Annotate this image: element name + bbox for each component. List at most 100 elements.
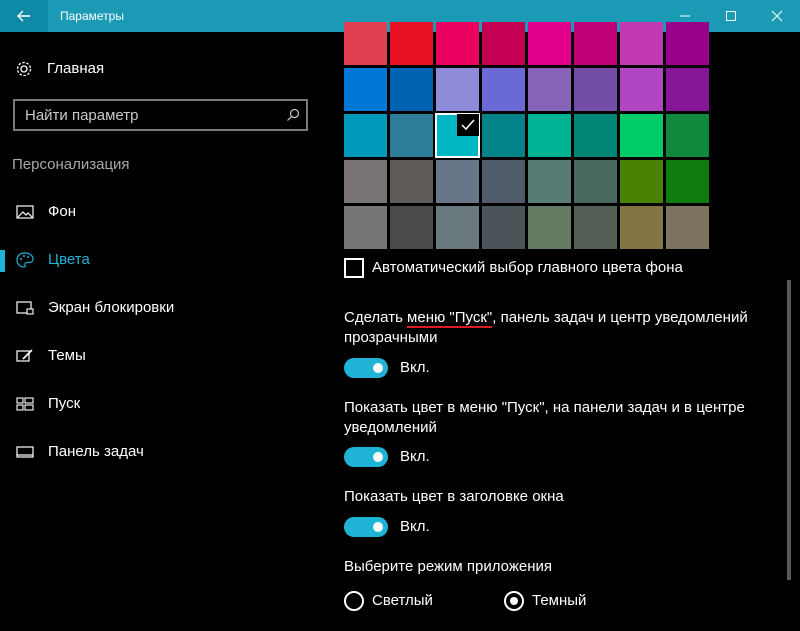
sidebar-item-lock-screen[interactable]: Экран блокировки — [0, 288, 320, 328]
transparency-label-pre: Сделать — [344, 309, 408, 326]
color-swatch[interactable] — [574, 22, 617, 65]
taskbar-icon — [16, 446, 34, 458]
light-mode-radio[interactable] — [344, 591, 364, 611]
color-swatch[interactable] — [666, 206, 709, 249]
color-swatch[interactable] — [620, 22, 663, 65]
home-label: Главная — [47, 60, 105, 77]
color-swatch[interactable] — [436, 160, 479, 203]
color-swatch[interactable] — [344, 206, 387, 249]
window-title: Параметры — [60, 9, 124, 23]
color-swatch[interactable] — [574, 206, 617, 249]
show-color-title-toggle[interactable] — [344, 517, 388, 537]
color-swatch[interactable] — [390, 68, 433, 111]
color-swatch[interactable] — [666, 22, 709, 65]
color-swatch[interactable] — [528, 114, 571, 157]
color-swatch[interactable] — [528, 68, 571, 111]
show-color-title-label: Показать цвет в заголовке окна — [344, 488, 564, 505]
back-arrow-icon — [17, 10, 30, 22]
close-icon — [771, 10, 783, 22]
back-button[interactable] — [0, 0, 48, 32]
minimize-icon — [680, 15, 690, 17]
main-content: Автоматический выбор главного цвета фона… — [330, 22, 800, 631]
image-icon — [16, 205, 34, 219]
color-swatch[interactable] — [482, 114, 525, 157]
sidebar-item-label: Экран блокировки — [48, 299, 175, 316]
color-swatch[interactable] — [344, 160, 387, 203]
color-swatch[interactable] — [390, 114, 433, 157]
color-swatch[interactable] — [528, 160, 571, 203]
color-swatch[interactable] — [482, 160, 525, 203]
color-swatch[interactable] — [620, 68, 663, 111]
dark-mode-radio[interactable] — [504, 591, 524, 611]
checkmark-icon — [457, 114, 479, 136]
radio-selected-dot — [510, 597, 518, 605]
transparency-state: Вкл. — [400, 359, 430, 376]
color-swatch[interactable] — [344, 114, 387, 157]
maximize-icon — [726, 11, 736, 21]
color-swatch[interactable] — [574, 160, 617, 203]
auto-accent-option[interactable]: Автоматический выбор главного цвета фона — [344, 258, 784, 280]
color-swatch[interactable] — [620, 160, 663, 203]
active-indicator — [0, 250, 5, 272]
palette-icon — [16, 252, 34, 268]
search-input[interactable]: Найти параметр — [13, 99, 308, 131]
color-swatch[interactable] — [390, 22, 433, 65]
color-swatch[interactable] — [435, 113, 480, 158]
color-swatch[interactable] — [574, 114, 617, 157]
brush-icon — [16, 349, 33, 362]
sidebar-item-label: Цвета — [48, 251, 90, 268]
show-color-title-state: Вкл. — [400, 518, 430, 535]
color-swatch[interactable] — [528, 206, 571, 249]
color-swatch[interactable] — [620, 206, 663, 249]
sidebar: Главная Найти параметр Персонализация Фо… — [0, 32, 330, 631]
scrollbar[interactable] — [787, 280, 791, 580]
auto-accent-checkbox[interactable] — [344, 258, 364, 278]
search-icon[interactable] — [286, 108, 300, 122]
color-swatch[interactable] — [482, 206, 525, 249]
color-swatch[interactable] — [436, 206, 479, 249]
sidebar-item-taskbar[interactable]: Панель задач — [0, 432, 320, 472]
color-swatch[interactable] — [482, 22, 525, 65]
sidebar-item-label: Фон — [48, 203, 77, 220]
color-swatch[interactable] — [390, 160, 433, 203]
color-swatch[interactable] — [344, 22, 387, 65]
color-swatch[interactable] — [666, 68, 709, 111]
transparency-toggle[interactable] — [344, 358, 388, 378]
color-swatch[interactable] — [436, 22, 479, 65]
color-swatch[interactable] — [620, 114, 663, 157]
sidebar-item-label: Темы — [48, 347, 86, 364]
light-mode-label[interactable]: Светлый — [372, 592, 433, 609]
sidebar-item-label: Пуск — [48, 395, 81, 412]
close-button[interactable] — [754, 0, 800, 32]
color-swatch[interactable] — [528, 22, 571, 65]
color-swatch[interactable] — [390, 206, 433, 249]
show-color-start-toggle[interactable] — [344, 447, 388, 467]
transparency-label: Сделать меню "Пуск", панель задач и цент… — [344, 308, 774, 348]
start-icon — [16, 397, 34, 411]
app-mode-label: Выберите режим приложения — [344, 558, 552, 575]
section-title: Персонализация — [12, 156, 130, 173]
color-swatch[interactable] — [666, 114, 709, 157]
search-placeholder: Найти параметр — [25, 107, 139, 124]
gear-icon — [16, 61, 32, 77]
show-color-start-state: Вкл. — [400, 448, 430, 465]
show-color-start-label: Показать цвет в меню "Пуск", на панели з… — [344, 399, 745, 436]
auto-accent-label: Автоматический выбор главного цвета фона — [372, 259, 683, 276]
toggle-knob — [373, 452, 383, 462]
color-swatch[interactable] — [436, 68, 479, 111]
maximize-button[interactable] — [708, 0, 754, 32]
transparency-label-underlined: меню "Пуск" — [407, 309, 493, 328]
dark-mode-label[interactable]: Темный — [532, 592, 586, 609]
color-swatch[interactable] — [574, 68, 617, 111]
color-swatch[interactable] — [344, 68, 387, 111]
sidebar-item-background[interactable]: Фон — [0, 192, 320, 232]
sidebar-item-start[interactable]: Пуск — [0, 384, 320, 424]
home-nav-item[interactable]: Главная — [0, 54, 320, 82]
toggle-knob — [373, 363, 383, 373]
sidebar-item-themes[interactable]: Темы — [0, 336, 320, 376]
toggle-knob — [373, 522, 383, 532]
sidebar-item-colors[interactable]: Цвета — [0, 240, 320, 280]
color-swatch[interactable] — [666, 160, 709, 203]
color-swatch[interactable] — [482, 68, 525, 111]
lock-screen-icon — [16, 301, 34, 315]
